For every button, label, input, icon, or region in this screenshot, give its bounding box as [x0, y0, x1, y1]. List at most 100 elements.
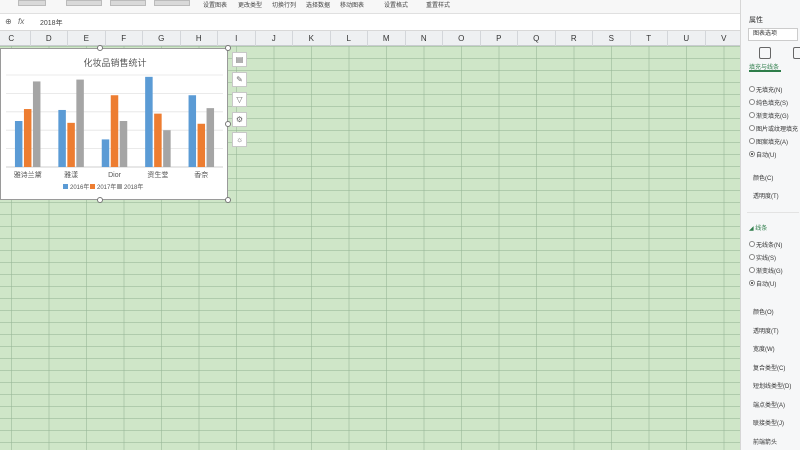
- chart-options-select[interactable]: 图表选项: [748, 28, 798, 41]
- radio-label[interactable]: 渐变线(G): [756, 266, 783, 275]
- legend-label: 2018年: [124, 183, 143, 191]
- column-header-D[interactable]: D: [31, 31, 68, 46]
- fill-line-tab-icon[interactable]: [759, 47, 771, 59]
- radio-label[interactable]: 无填充(N): [756, 85, 782, 94]
- radio-button[interactable]: [749, 280, 755, 286]
- radio-label[interactable]: 图片或纹理填充: [756, 124, 798, 133]
- ribbon-switch-rowcol[interactable]: 切换行列: [272, 0, 296, 9]
- category-label: 雅诗兰黛: [14, 170, 42, 179]
- bar-2018年-Dior[interactable]: [119, 121, 128, 167]
- line-section-label: 线条: [755, 226, 768, 232]
- radio-label[interactable]: 渐变填充(G): [756, 111, 789, 120]
- radio-label[interactable]: 自动(U): [756, 150, 776, 159]
- ribbon-style-chip[interactable]: [18, 0, 46, 6]
- layers-icon[interactable]: ▤: [232, 52, 247, 67]
- bulb-icon[interactable]: ☼: [232, 132, 247, 147]
- ribbon-style-chip[interactable]: [154, 0, 190, 6]
- radio-button[interactable]: [749, 267, 755, 273]
- line-prop-label[interactable]: 联接类型(J): [753, 418, 784, 427]
- ribbon-set-chart[interactable]: 设置图表: [203, 0, 227, 9]
- line-prop-label[interactable]: 端点类型(A): [753, 400, 785, 409]
- resize-handle[interactable]: [225, 121, 231, 127]
- bar-2018年-资生堂[interactable]: [163, 130, 171, 167]
- ribbon-reset-style[interactable]: 重置样式: [426, 0, 450, 9]
- radio-button[interactable]: [749, 151, 755, 157]
- column-header-E[interactable]: E: [68, 31, 106, 46]
- effects-tab-icon[interactable]: [793, 47, 800, 59]
- resize-handle[interactable]: [97, 197, 103, 203]
- column-header-T[interactable]: T: [631, 31, 668, 46]
- bar-2017年-雅漾[interactable]: [67, 122, 75, 167]
- bar-2016年-香奈[interactable]: [188, 95, 197, 167]
- radio-button[interactable]: [749, 112, 755, 118]
- column-header-P[interactable]: P: [481, 31, 518, 46]
- resize-handle[interactable]: [225, 197, 231, 203]
- ribbon-set-format[interactable]: 设置格式: [384, 0, 408, 9]
- gear-icon[interactable]: ⚙: [232, 112, 247, 127]
- formula-input[interactable]: 2018年: [40, 18, 63, 28]
- column-header-C[interactable]: C: [0, 31, 31, 46]
- bar-2017年-雅诗兰黛[interactable]: [23, 109, 32, 167]
- chart-object[interactable]: 化妆品销售统计 雅诗兰黛 雅漾 Dior 资生堂 香奈 2016年 2017年 2018年: [0, 48, 228, 200]
- ribbon-select-data[interactable]: 选择数据: [306, 0, 330, 9]
- column-header-G[interactable]: G: [143, 31, 181, 46]
- column-header-N[interactable]: N: [406, 31, 443, 46]
- bar-2018年-香奈[interactable]: [206, 108, 215, 167]
- column-header-R[interactable]: R: [556, 31, 593, 46]
- radio-label[interactable]: 图案填充(A): [756, 137, 788, 146]
- fill-transparency-label[interactable]: 透明度(T): [753, 191, 779, 200]
- column-header-row: CDEFGHIJKLMNOPQRSTUV: [0, 31, 743, 46]
- radio-label[interactable]: 自动(U): [756, 279, 776, 288]
- column-header-F[interactable]: F: [106, 31, 143, 46]
- column-header-K[interactable]: K: [293, 31, 331, 46]
- chart-tools: ▤ ✎ ▽ ⚙ ☼: [232, 52, 248, 152]
- column-header-L[interactable]: L: [331, 31, 368, 46]
- pen-icon[interactable]: ✎: [232, 72, 247, 87]
- column-header-V[interactable]: V: [706, 31, 743, 46]
- line-prop-label[interactable]: 透明度(T): [753, 326, 779, 335]
- fx-label[interactable]: fx: [18, 17, 24, 26]
- column-header-J[interactable]: J: [256, 31, 293, 46]
- fill-color-label[interactable]: 颜色(C): [753, 173, 773, 182]
- column-header-U[interactable]: U: [668, 31, 706, 46]
- bar-2016年-雅漾[interactable]: [58, 109, 66, 167]
- column-header-M[interactable]: M: [368, 31, 406, 46]
- column-header-S[interactable]: S: [593, 31, 631, 46]
- radio-button[interactable]: [749, 138, 755, 144]
- panel-title: 属性: [749, 17, 763, 24]
- column-header-H[interactable]: H: [181, 31, 218, 46]
- column-header-I[interactable]: I: [218, 31, 256, 46]
- bar-2016年-资生堂[interactable]: [145, 76, 153, 167]
- line-prop-label[interactable]: 短划线类型(D): [753, 381, 791, 390]
- radio-button[interactable]: [749, 241, 755, 247]
- bar-2016年-Dior[interactable]: [101, 139, 110, 167]
- line-prop-label[interactable]: 复合类型(C): [753, 363, 785, 372]
- ribbon-move-chart[interactable]: 移动图表: [340, 0, 364, 9]
- filter-icon[interactable]: ▽: [232, 92, 247, 107]
- bar-2018年-雅诗兰黛[interactable]: [32, 81, 41, 167]
- ribbon-style-chip[interactable]: [110, 0, 146, 6]
- zoom-icon[interactable]: ⊕: [5, 17, 12, 26]
- bar-2016年-雅诗兰黛[interactable]: [14, 121, 23, 167]
- radio-label[interactable]: 实线(S): [756, 253, 776, 262]
- line-section-header[interactable]: ◢ 线条: [749, 223, 767, 232]
- bar-2018年-雅漾[interactable]: [76, 79, 84, 167]
- radio-label[interactable]: 纯色填充(S): [756, 98, 788, 107]
- bar-2017年-Dior[interactable]: [110, 95, 119, 167]
- resize-handle[interactable]: [225, 45, 231, 51]
- bar-2017年-资生堂[interactable]: [154, 113, 162, 167]
- radio-button[interactable]: [749, 254, 755, 260]
- column-header-O[interactable]: O: [443, 31, 481, 46]
- line-prop-label[interactable]: 颜色(O): [753, 307, 774, 316]
- radio-button[interactable]: [749, 125, 755, 131]
- line-prop-label[interactable]: 宽度(W): [753, 344, 775, 353]
- ribbon-style-chip[interactable]: [66, 0, 102, 6]
- line-prop-label[interactable]: 前端箭头: [753, 437, 777, 446]
- ribbon-change-type[interactable]: 更改类型: [238, 0, 262, 9]
- radio-label[interactable]: 无线条(N): [756, 240, 782, 249]
- column-header-Q[interactable]: Q: [518, 31, 556, 46]
- resize-handle[interactable]: [97, 45, 103, 51]
- radio-button[interactable]: [749, 86, 755, 92]
- bar-2017年-香奈[interactable]: [197, 123, 206, 167]
- radio-button[interactable]: [749, 99, 755, 105]
